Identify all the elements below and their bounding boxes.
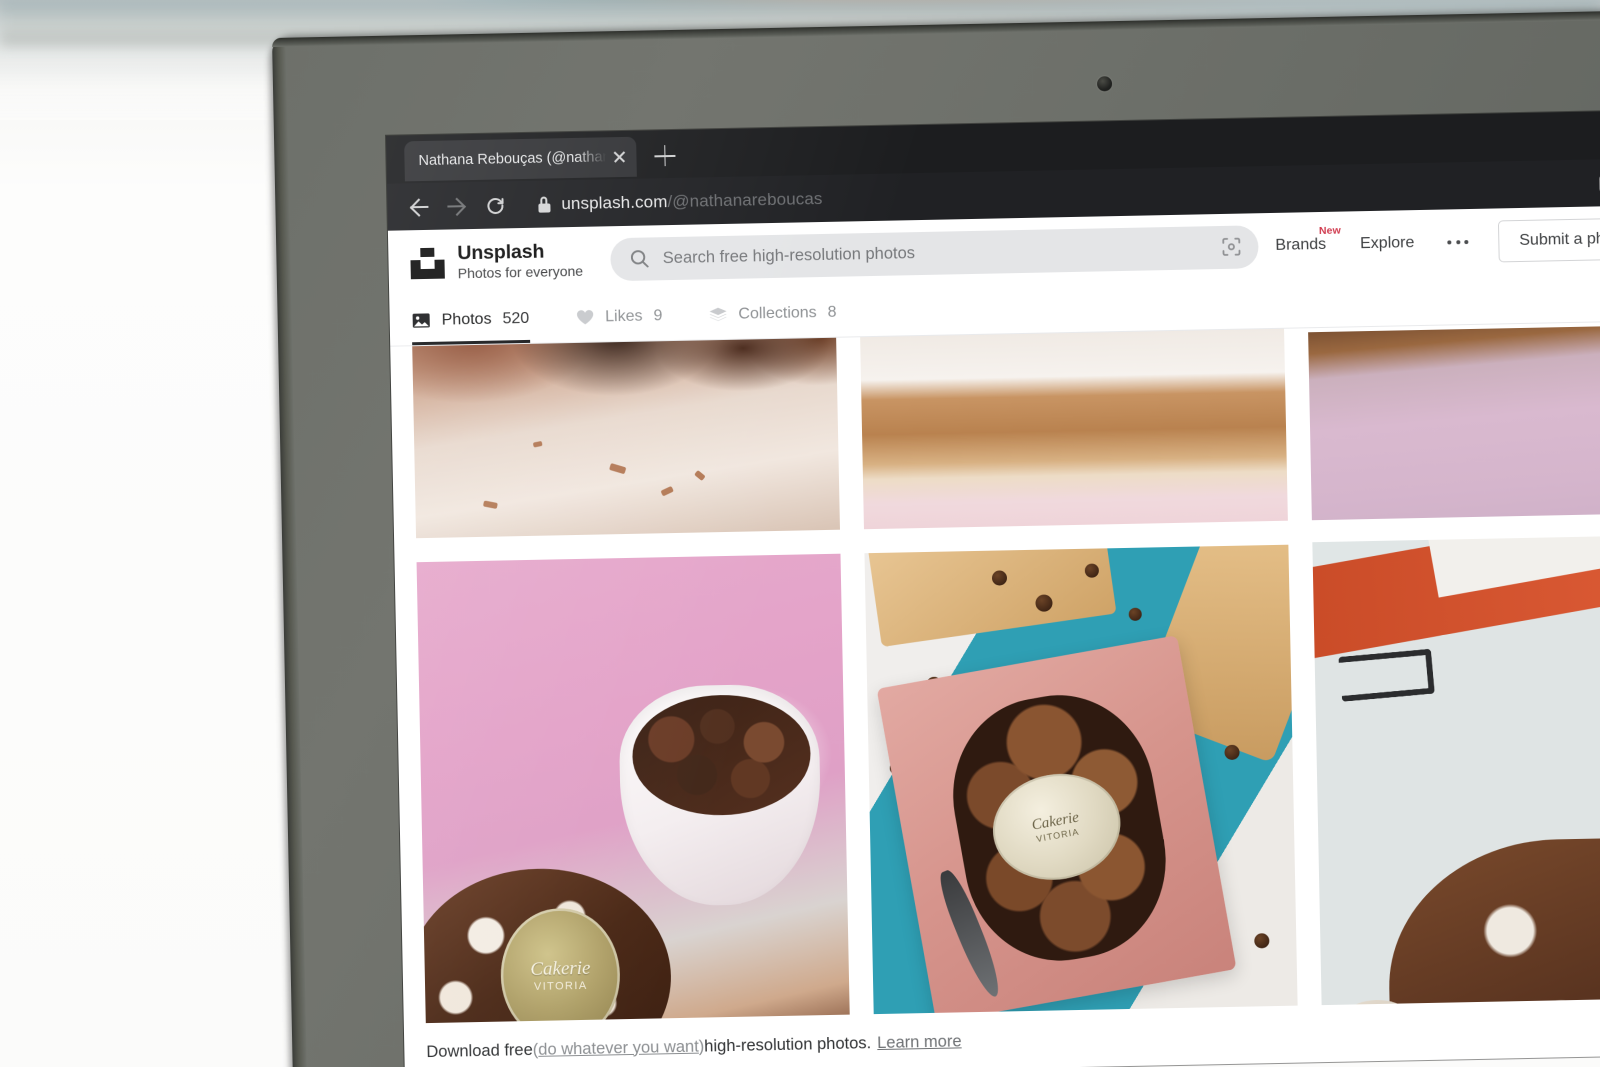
- tab-photos-count: 520: [502, 309, 530, 327]
- tab-collections[interactable]: Collections 8: [708, 287, 861, 339]
- plus-icon[interactable]: [654, 145, 676, 167]
- visual-search-icon[interactable]: [1220, 236, 1242, 258]
- nav-link-explore[interactable]: Explore: [1343, 234, 1432, 254]
- ellipsis-icon[interactable]: [1431, 240, 1484, 245]
- logo-name: Unsplash: [457, 240, 545, 265]
- web-page-content: Unsplash Photos for everyone Search free…: [387, 204, 1600, 1067]
- gift-box: Cakerie VITORIA: [876, 634, 1237, 1022]
- footer-prefix: Download free: [426, 1040, 533, 1061]
- browser-tab-title: Nathana Rebouças (@nathana: [418, 149, 607, 170]
- submit-photo-button[interactable]: Submit a photo: [1497, 216, 1600, 263]
- unsplash-logo[interactable]: Unsplash Photos for everyone: [410, 240, 583, 282]
- photo-card[interactable]: [859, 320, 1288, 530]
- photo-grid: Cakerie VITORIA Cakerie VITORIA Download…: [390, 320, 1600, 1067]
- tab-likes-label: Likes: [604, 307, 643, 325]
- tab-collections-label: Collections: [738, 303, 817, 323]
- forward-arrow-icon[interactable]: [441, 189, 474, 222]
- tab-likes[interactable]: Likes 9: [575, 291, 687, 342]
- seal-line-1: Cakerie: [530, 957, 591, 980]
- handle-shape: [1338, 648, 1436, 702]
- nav-link-brands[interactable]: Brands New: [1258, 225, 1343, 256]
- laptop-device: Nathana Rebouças (@nathana unsplash.com/…: [272, 9, 1600, 1067]
- footer-suffix: high-resolution photos.: [704, 1033, 872, 1056]
- back-arrow-icon[interactable]: [403, 190, 436, 223]
- tab-photos[interactable]: Photos 520: [411, 293, 553, 345]
- photo-card[interactable]: Cakerie VITORIA: [416, 553, 851, 1061]
- image-icon: [412, 312, 431, 329]
- browser-window: Nathana Rebouças (@nathana unsplash.com/…: [385, 109, 1600, 1067]
- search-input[interactable]: [662, 237, 1221, 268]
- address-path: /@nathanareboucas: [667, 188, 823, 211]
- photo-card[interactable]: [1308, 323, 1600, 521]
- photo-card[interactable]: [1312, 533, 1600, 1067]
- address-host: unsplash.com: [561, 191, 668, 213]
- footer-link[interactable]: do whatever you want: [538, 1037, 699, 1059]
- learn-more-link[interactable]: Learn more: [877, 1032, 962, 1053]
- search-bar[interactable]: [610, 224, 1259, 281]
- seal-line-2: VITORIA: [533, 979, 588, 993]
- lock-icon: [537, 196, 551, 213]
- photo-card[interactable]: [411, 320, 840, 539]
- close-icon[interactable]: [610, 148, 628, 166]
- unsplash-logo-icon: [410, 246, 445, 281]
- tab-collections-count: 8: [827, 303, 837, 321]
- nav-label-explore: Explore: [1359, 234, 1415, 253]
- nav-label-brands: Brands: [1275, 235, 1327, 254]
- tab-photos-label: Photos: [441, 310, 492, 329]
- wooden-board: [866, 544, 1118, 647]
- search-icon: [630, 248, 650, 268]
- address-url[interactable]: unsplash.com/@nathanareboucas: [561, 188, 823, 213]
- logo-tagline: Photos for everyone: [457, 262, 584, 281]
- reload-icon[interactable]: [479, 189, 512, 222]
- stack-icon: [708, 306, 727, 323]
- header-nav: Brands New Explore Submit a photo: [1258, 216, 1600, 267]
- tab-likes-count: 9: [653, 306, 663, 324]
- browser-tab[interactable]: Nathana Rebouças (@nathana: [404, 136, 637, 182]
- new-badge: New: [1318, 224, 1341, 238]
- heart-icon: [575, 309, 594, 326]
- photo-card[interactable]: Cakerie VITORIA: [864, 544, 1299, 1052]
